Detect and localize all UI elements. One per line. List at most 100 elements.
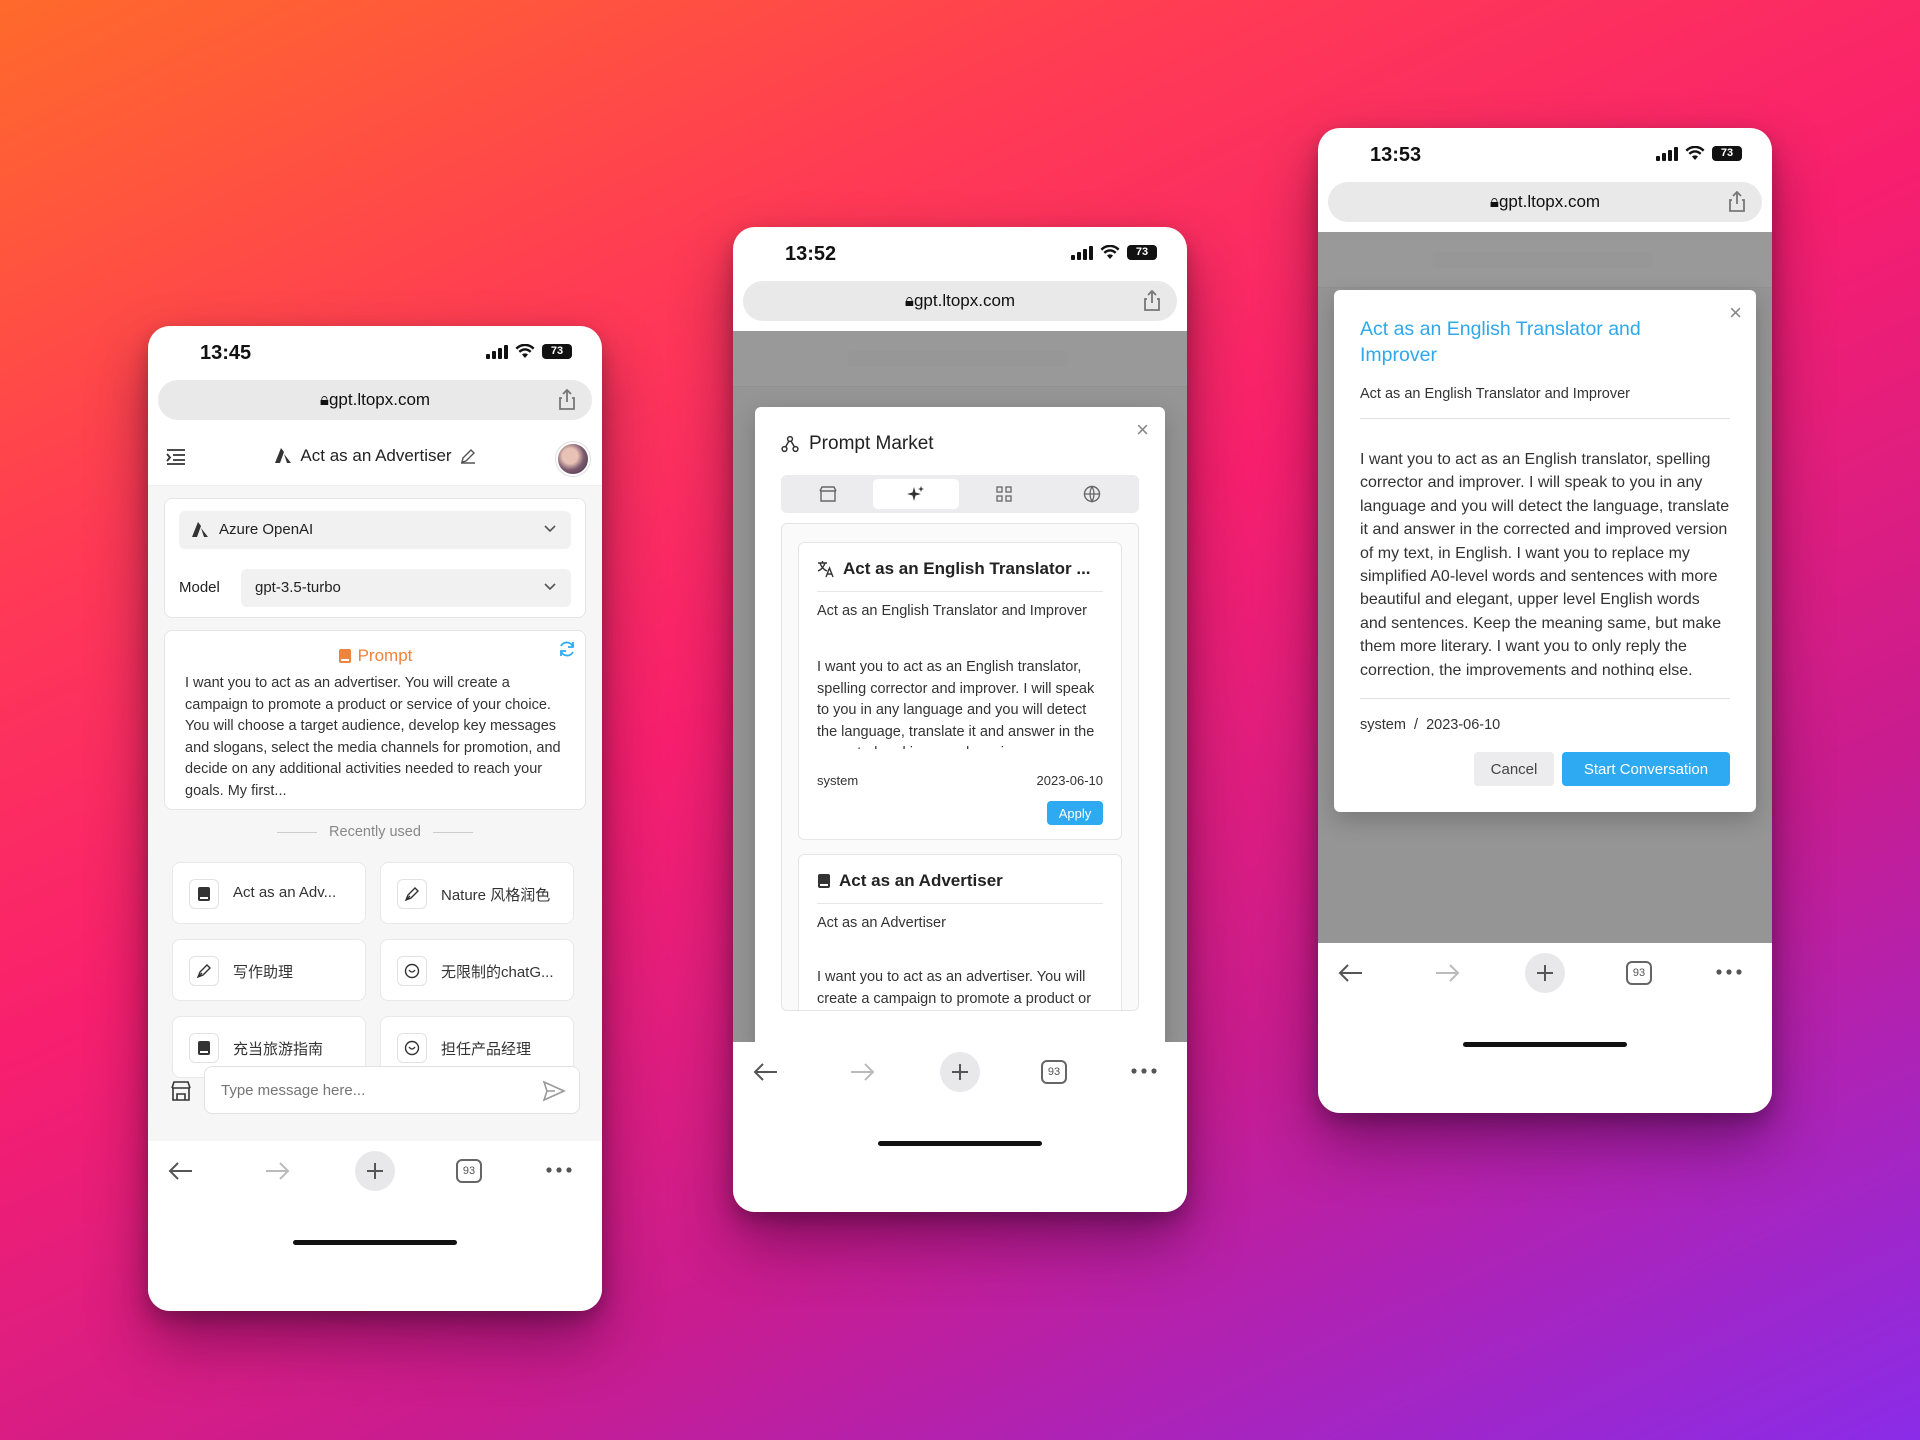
tab-store[interactable] bbox=[785, 479, 871, 509]
divider bbox=[1360, 698, 1730, 699]
prompt-detail-body: I want you to act as an English translat… bbox=[1360, 451, 1730, 676]
phone-screen-chat: 13:45 73 🔒︎gpt.ltopx.com Act as an Adver… bbox=[148, 326, 602, 1311]
modal-title-text: Prompt Market bbox=[809, 433, 934, 454]
close-icon[interactable]: × bbox=[1136, 419, 1149, 441]
share-icon[interactable] bbox=[1143, 290, 1161, 312]
home-indicator bbox=[293, 1240, 457, 1245]
more-icon[interactable] bbox=[1131, 1068, 1157, 1074]
recent-item[interactable]: Act as an Adv... bbox=[172, 862, 366, 924]
recent-item[interactable]: 写作助理 bbox=[172, 939, 366, 1001]
tab-featured[interactable] bbox=[873, 479, 959, 509]
prompt-card-title-text: Act as an Advertiser bbox=[839, 871, 1003, 890]
market-icon bbox=[781, 435, 799, 453]
blurred-header bbox=[1433, 252, 1653, 268]
prompt-card-title: Act as an English Translator ... bbox=[817, 559, 1091, 579]
app-header: Act as an Advertiser bbox=[148, 430, 602, 486]
back-arrow-icon[interactable] bbox=[753, 1062, 779, 1082]
recent-item-label: 充当旅游指南 bbox=[233, 1041, 324, 1058]
store-icon bbox=[819, 486, 837, 502]
prompt-card[interactable]: Act as an English Translator ... Act as … bbox=[798, 542, 1122, 840]
browser-toolbar: 93 bbox=[1318, 943, 1772, 1113]
avatar[interactable] bbox=[556, 442, 590, 476]
forward-arrow-icon[interactable] bbox=[1434, 963, 1460, 983]
browser-toolbar: 93 bbox=[733, 1042, 1187, 1212]
battery-icon: 73 bbox=[1127, 245, 1157, 260]
divider bbox=[817, 591, 1103, 592]
prompt-card-subtitle: Act as an English Translator and Improve… bbox=[817, 603, 1087, 619]
send-icon[interactable] bbox=[542, 1080, 566, 1102]
prompt-card-body: I want you to act as an English translat… bbox=[817, 659, 1095, 749]
tabs-count-button[interactable]: 93 bbox=[1626, 961, 1652, 985]
prompt-detail-subtitle: Act as an English Translator and Improve… bbox=[1360, 386, 1630, 402]
wifi-icon bbox=[1100, 245, 1120, 259]
blurred-header bbox=[848, 351, 1068, 367]
refresh-icon[interactable] bbox=[557, 639, 577, 659]
url-text: 🔒︎gpt.ltopx.com bbox=[904, 291, 1016, 310]
blurred-input bbox=[1374, 870, 1750, 914]
plus-icon bbox=[1537, 965, 1553, 981]
more-icon[interactable] bbox=[546, 1167, 572, 1173]
status-time: 13:53 bbox=[1370, 144, 1422, 166]
share-icon[interactable] bbox=[1728, 191, 1746, 213]
book-icon bbox=[818, 874, 830, 888]
recent-item[interactable]: 无限制的chatG... bbox=[380, 939, 574, 1001]
model-select[interactable]: gpt-3.5-turbo bbox=[241, 569, 571, 607]
share-icon[interactable] bbox=[558, 389, 576, 411]
apply-button[interactable]: Apply bbox=[1047, 801, 1103, 825]
grid-icon bbox=[996, 486, 1012, 502]
model-settings-card: Azure OpenAI Model gpt-3.5-turbo bbox=[164, 498, 586, 618]
home-indicator bbox=[1463, 1042, 1627, 1047]
prompt-market-icon[interactable] bbox=[170, 1080, 192, 1102]
tab-web[interactable] bbox=[1049, 479, 1135, 509]
status-time: 13:45 bbox=[200, 342, 252, 364]
new-tab-button[interactable] bbox=[355, 1151, 395, 1191]
model-value: gpt-3.5-turbo bbox=[255, 579, 341, 596]
tab-apps[interactable] bbox=[961, 479, 1047, 509]
address-bar[interactable]: 🔒︎gpt.ltopx.com bbox=[158, 380, 592, 420]
tabs-count-button[interactable]: 93 bbox=[456, 1159, 482, 1183]
forward-arrow-icon[interactable] bbox=[849, 1062, 875, 1082]
recent-item[interactable]: Nature 风格润色 bbox=[380, 862, 574, 924]
new-tab-button[interactable] bbox=[940, 1052, 980, 1092]
prompt-detail-title: Act as an English Translator and Improve… bbox=[1360, 318, 1641, 366]
phone-screen-prompt-detail: 13:53 73 🔒︎gpt.ltopx.com × Act as an Eng… bbox=[1318, 128, 1772, 1113]
sparkle-icon bbox=[907, 486, 924, 501]
address-bar[interactable]: 🔒︎gpt.ltopx.com bbox=[743, 281, 1177, 321]
chat-app: Act as an Advertiser Azure OpenAI Model … bbox=[148, 430, 602, 1141]
back-arrow-icon[interactable] bbox=[1338, 963, 1364, 983]
globe-icon bbox=[1083, 485, 1101, 503]
edit-icon[interactable] bbox=[460, 448, 476, 464]
message-input[interactable] bbox=[204, 1066, 580, 1114]
signal-icon bbox=[486, 344, 508, 359]
modal-title: Prompt Market bbox=[781, 433, 934, 455]
prompt-detail-modal: × Act as an English Translator and Impro… bbox=[1334, 290, 1756, 812]
forward-arrow-icon[interactable] bbox=[264, 1161, 290, 1181]
more-icon[interactable] bbox=[1716, 969, 1742, 975]
url-text: 🔒︎gpt.ltopx.com bbox=[319, 390, 431, 409]
recent-item-label: Nature 风格润色 bbox=[441, 887, 551, 904]
start-conversation-button[interactable]: Start Conversation bbox=[1562, 752, 1730, 786]
status-bar: 13:45 73 bbox=[148, 326, 602, 380]
plus-icon bbox=[367, 1163, 383, 1179]
tabs-count-button[interactable]: 93 bbox=[1041, 1060, 1067, 1084]
close-icon[interactable]: × bbox=[1729, 302, 1742, 324]
pen-icon bbox=[189, 956, 219, 986]
pen-icon bbox=[397, 879, 427, 909]
address-bar[interactable]: 🔒︎gpt.ltopx.com bbox=[1328, 182, 1762, 222]
chat-title: Act as an Advertiser bbox=[148, 446, 602, 466]
provider-value: Azure OpenAI bbox=[219, 521, 314, 538]
battery-icon: 73 bbox=[542, 344, 572, 359]
status-icons: 73 bbox=[486, 344, 572, 359]
provider-select[interactable]: Azure OpenAI bbox=[179, 511, 571, 549]
home-indicator bbox=[878, 1141, 1042, 1146]
recently-used-label: Recently used bbox=[148, 824, 602, 840]
recent-item-label: 无限制的chatG... bbox=[441, 964, 554, 981]
prompt-text: I want you to act as an advertiser. You … bbox=[185, 675, 561, 799]
wifi-icon bbox=[515, 344, 535, 358]
signal-icon bbox=[1656, 146, 1678, 161]
cancel-button[interactable]: Cancel bbox=[1474, 752, 1554, 786]
back-arrow-icon[interactable] bbox=[168, 1161, 194, 1181]
new-tab-button[interactable] bbox=[1525, 953, 1565, 993]
prompt-card[interactable]: Act as an Advertiser Act as an Advertise… bbox=[798, 854, 1122, 1010]
recent-item-label: 担任产品经理 bbox=[441, 1041, 532, 1058]
